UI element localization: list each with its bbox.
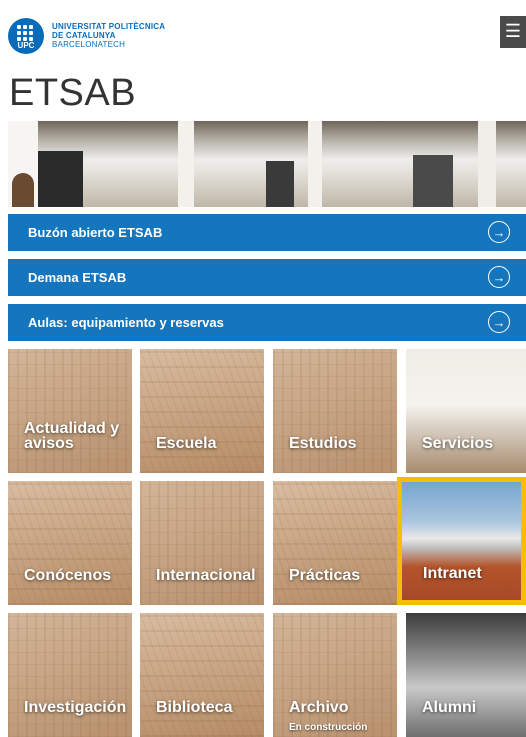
- link-demana-etsab[interactable]: Demana ETSAB →: [8, 259, 526, 296]
- upc-logo-icon[interactable]: UPC: [8, 18, 44, 54]
- tile-alumni[interactable]: Alumni: [406, 613, 526, 737]
- tile-intranet[interactable]: Intranet: [397, 477, 526, 605]
- tile-conocenos[interactable]: Conócenos: [8, 481, 132, 605]
- person-figure: [12, 173, 34, 207]
- tile-actualidad[interactable]: Actualidad y avisos: [8, 349, 132, 473]
- tile-estudios[interactable]: Estudios: [273, 349, 397, 473]
- tile-archivo[interactable]: Archivo En construcción: [273, 613, 397, 737]
- tile-biblioteca[interactable]: Biblioteca: [140, 613, 264, 737]
- tile-label: Archivo: [289, 699, 349, 716]
- arrow-right-circle-icon[interactable]: →: [488, 221, 510, 243]
- link-buzon-abierto[interactable]: Buzón abierto ETSAB →: [8, 214, 526, 251]
- link-aulas[interactable]: Aulas: equipamiento y reservas →: [8, 304, 526, 341]
- tile-label: Internacional: [156, 567, 256, 584]
- tile-label: Prácticas: [289, 567, 361, 584]
- tile-label: Actualidad y avisos: [24, 420, 120, 452]
- tile-label-line2: avisos: [24, 435, 74, 452]
- university-name[interactable]: UNIVERSITAT POLITÈCNICA DE CATALUNYA BAR…: [52, 22, 165, 49]
- tile-label-line1: Actualidad y: [24, 420, 120, 437]
- logo-line-2: DE CATALUNYA: [52, 31, 116, 40]
- tile-label: Biblioteca: [156, 699, 233, 716]
- logo-line-1: UNIVERSITAT POLITÈCNICA: [52, 22, 166, 31]
- tile-sublabel: En construcción: [289, 722, 368, 733]
- site-header: UPC UNIVERSITAT POLITÈCNICA DE CATALUNYA…: [0, 0, 526, 66]
- hero-banner-image: [8, 121, 526, 207]
- tile-practicas[interactable]: Prácticas: [273, 481, 397, 605]
- tile-servicios[interactable]: Servicios: [406, 349, 526, 473]
- tile-label: Conócenos: [24, 567, 112, 584]
- tile-label: Alumni: [422, 699, 477, 716]
- arrow-right-circle-icon[interactable]: →: [488, 266, 510, 288]
- page-title: ETSAB: [9, 72, 137, 114]
- logo-line-3: BARCELONATECH: [52, 40, 126, 49]
- section-tiles: Actualidad y avisos Escuela Estudios Ser…: [8, 349, 526, 737]
- link-label: Aulas: equipamiento y reservas: [28, 315, 224, 330]
- hamburger-icon[interactable]: ☰: [500, 16, 526, 48]
- tile-label: Servicios: [422, 435, 494, 452]
- link-label: Buzón abierto ETSAB: [28, 225, 163, 240]
- link-label: Demana ETSAB: [28, 270, 127, 285]
- tile-label: Investigación: [24, 699, 127, 716]
- tile-label: Escuela: [156, 435, 217, 452]
- logo-abbr: UPC: [17, 41, 35, 50]
- tile-investigacion[interactable]: Investigación: [8, 613, 132, 737]
- quick-links: Buzón abierto ETSAB → Demana ETSAB → Aul…: [8, 214, 526, 349]
- arrow-right-circle-icon[interactable]: →: [488, 311, 510, 333]
- tile-label: Estudios: [289, 435, 357, 452]
- logo-dots: [17, 25, 35, 41]
- tile-escuela[interactable]: Escuela: [140, 349, 264, 473]
- tile-internacional[interactable]: Internacional: [140, 481, 264, 605]
- tile-label: Intranet: [423, 565, 482, 582]
